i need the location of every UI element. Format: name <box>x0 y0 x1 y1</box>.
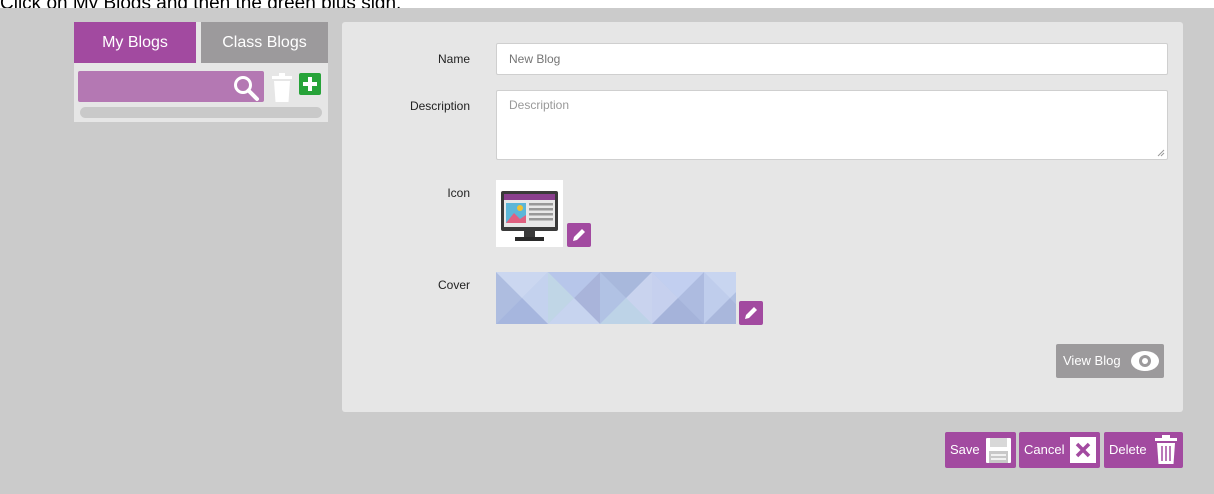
delete-label: Delete <box>1109 442 1147 457</box>
name-label: Name <box>437 52 470 66</box>
cover-label: Cover <box>437 278 470 292</box>
pencil-icon <box>745 307 757 319</box>
delete-button[interactable]: Delete <box>1104 432 1183 468</box>
view-blog-button[interactable]: View Blog <box>1056 344 1164 378</box>
description-placeholder: Description <box>509 98 570 112</box>
pencil-icon <box>573 229 585 241</box>
eye-icon <box>1131 351 1159 371</box>
blog-editor-panel: Name Description Description Icon <box>342 22 1183 412</box>
trash-icon[interactable] <box>270 73 294 103</box>
tab-my-blogs[interactable]: My Blogs <box>74 22 196 63</box>
app-window: My Blogs Class Blogs Name Description De… <box>0 8 1214 494</box>
list-scrollbar[interactable] <box>80 107 322 118</box>
blog-tabs: My Blogs Class Blogs <box>74 22 328 63</box>
save-button[interactable]: Save <box>945 432 1016 468</box>
trash-icon <box>1155 435 1177 464</box>
plus-icon <box>303 77 317 91</box>
view-blog-label: View Blog <box>1063 353 1121 368</box>
add-blog-button[interactable] <box>299 73 321 95</box>
save-label: Save <box>950 442 980 457</box>
tab-class-blogs[interactable]: Class Blogs <box>201 22 328 63</box>
monitor-icon <box>501 191 558 241</box>
blog-list-panel: My Blogs Class Blogs <box>74 22 328 122</box>
name-input[interactable] <box>496 43 1168 75</box>
description-label: Description <box>409 99 470 113</box>
cancel-button[interactable]: Cancel <box>1019 432 1100 468</box>
search-icon[interactable] <box>232 74 260 102</box>
edit-icon-button[interactable] <box>567 223 591 247</box>
blog-icon-image <box>496 180 563 247</box>
close-icon <box>1070 437 1096 463</box>
icon-label: Icon <box>447 186 470 200</box>
blog-cover-image <box>496 272 736 324</box>
cover-pattern <box>496 272 736 324</box>
edit-cover-button[interactable] <box>739 301 763 325</box>
resize-grip-icon[interactable] <box>1157 149 1165 157</box>
cancel-label: Cancel <box>1024 442 1065 457</box>
description-input[interactable]: Description <box>496 90 1168 160</box>
floppy-disk-icon <box>986 438 1011 463</box>
